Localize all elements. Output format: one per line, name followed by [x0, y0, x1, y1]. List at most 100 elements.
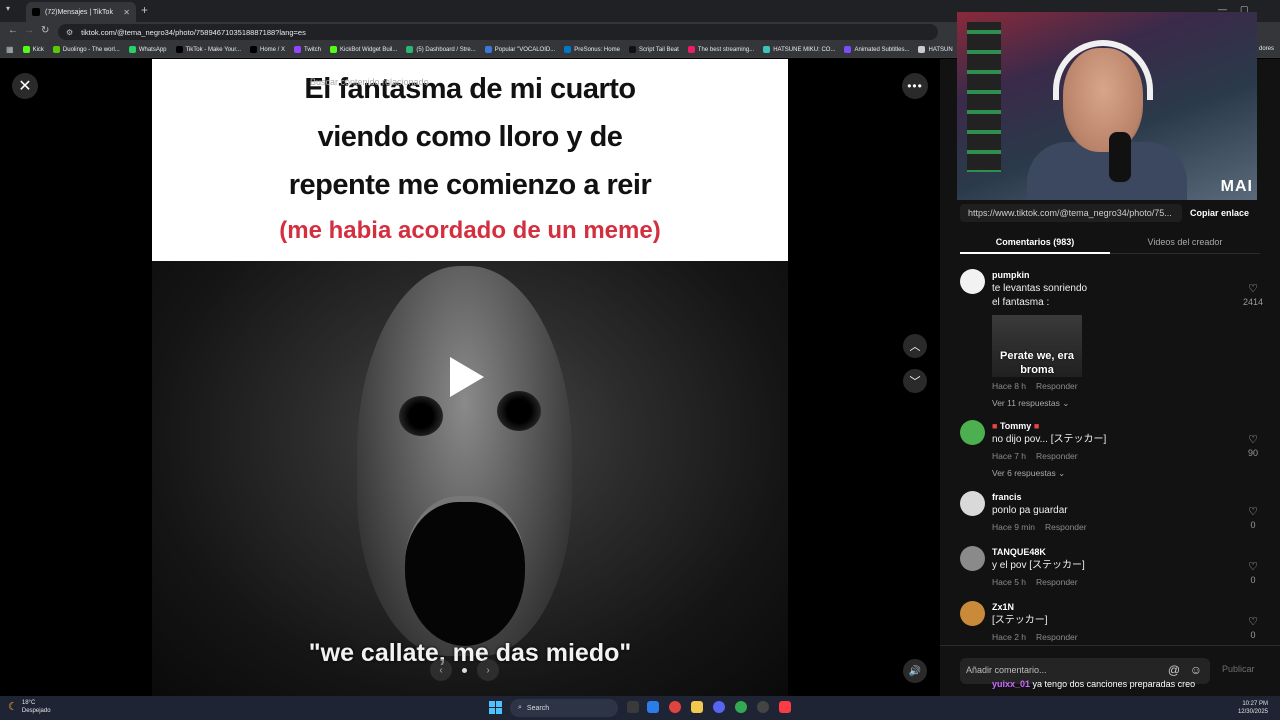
carousel-prev-icon[interactable]: ‹	[430, 659, 452, 681]
avatar[interactable]	[960, 546, 985, 571]
comment-username[interactable]: pumpkin	[992, 269, 1232, 282]
tab-search-icon[interactable]: ▾	[6, 4, 10, 13]
play-icon[interactable]	[450, 357, 484, 397]
comment-placeholder: Añadir comentario...	[966, 665, 1047, 675]
comment-username[interactable]: francis	[992, 491, 1232, 504]
like-count: 0	[1250, 575, 1256, 585]
start-icon[interactable]	[489, 701, 502, 714]
photo-post[interactable]: El fantasma de mi cuarto viendo como llo…	[152, 59, 788, 696]
back-icon[interactable]: ←	[8, 25, 18, 36]
bookmark-item[interactable]: PreSonus: Home	[564, 46, 620, 53]
discord-icon[interactable]	[713, 701, 725, 713]
reply-button[interactable]: Responder	[1036, 632, 1078, 642]
carousel-dot[interactable]	[462, 667, 467, 673]
caption-sub: (me habia acordado de un meme)	[279, 217, 661, 244]
chevron-down-icon[interactable]: ﹀	[903, 369, 927, 393]
right-eye	[497, 391, 541, 431]
address-url: tiktok.com/@tema_negro34/photo/758946710…	[81, 27, 306, 37]
browser-tab[interactable]: (72)Mensajes | TikTok ✕	[26, 2, 136, 22]
opera-icon[interactable]	[669, 701, 681, 713]
share-link-row: https://www.tiktok.com/@tema_negro34/pho…	[960, 203, 1278, 223]
bookmark-favicon-icon	[628, 46, 636, 53]
comment-time: Hace 5 h	[992, 577, 1027, 587]
like-button[interactable]: ♡ 90	[1238, 434, 1268, 458]
bookmark-label: HATSUN	[928, 46, 953, 53]
reload-icon[interactable]: ↻	[41, 25, 49, 36]
bookmark-label: WhatsApp	[138, 46, 167, 53]
avatar[interactable]	[960, 601, 985, 626]
bookmark-item[interactable]: Kick	[22, 46, 44, 53]
comment-text: no dijo pov... [ステッカー]	[992, 434, 1107, 445]
bookmark-item[interactable]: HATSUN	[918, 46, 953, 53]
bookmark-item[interactable]: HATSUNE MIKU: CO...	[763, 46, 835, 53]
new-tab-icon[interactable]: +	[141, 3, 148, 17]
taskbar-search[interactable]: ⌕ Search	[510, 699, 618, 717]
settings-icon[interactable]	[757, 701, 769, 713]
bookmark-item[interactable]: Duolingo - The worl...	[52, 46, 120, 53]
bookmark-item[interactable]: The best streaming...	[687, 46, 755, 53]
more-options-icon[interactable]: •••	[902, 73, 928, 99]
bookmark-item[interactable]: Home / X	[249, 46, 285, 53]
search-related-link[interactable]: Buscar contenido relacionado	[310, 77, 429, 87]
chrome-icon[interactable]	[735, 701, 747, 713]
address-bar[interactable]: ⚙ tiktok.com/@tema_negro34/photo/7589467…	[58, 24, 938, 40]
avatar[interactable]	[960, 491, 985, 516]
bookmark-favicon-icon	[564, 46, 572, 53]
music-icon[interactable]	[779, 701, 791, 713]
like-button[interactable]: ♡ 0	[1238, 561, 1268, 585]
store-icon[interactable]	[647, 701, 659, 713]
reply-button[interactable]: Responder	[1036, 451, 1078, 461]
copy-link-button[interactable]: Copiar enlace	[1190, 208, 1249, 218]
avatar[interactable]	[960, 420, 985, 445]
reply-button[interactable]: Responder	[1036, 381, 1078, 391]
tab-close-icon[interactable]: ✕	[123, 8, 130, 17]
share-link-field[interactable]: https://www.tiktok.com/@tema_negro34/pho…	[960, 204, 1182, 222]
like-button[interactable]: ♡ 2414	[1238, 283, 1268, 307]
tab-creator-videos[interactable]: Videos del creador	[1110, 230, 1260, 247]
publish-button[interactable]: Publicar	[1222, 664, 1255, 674]
view-replies-button[interactable]: Ver 6 respuestas ⌄	[992, 468, 1232, 479]
microphone-icon	[1109, 132, 1131, 182]
bookmark-item[interactable]: Script Tail Beat	[628, 46, 679, 53]
forward-icon[interactable]: →	[24, 25, 34, 36]
site-info-icon[interactable]: ⚙	[66, 28, 73, 37]
emoji-icon[interactable]: ☺	[1190, 663, 1202, 677]
comment-username[interactable]: Zx1N	[992, 601, 1232, 614]
bookmark-label: Duolingo - The worl...	[62, 46, 120, 53]
bookmark-item[interactable]: WhatsApp	[128, 46, 167, 53]
system-clock[interactable]: 10:27 PM 12/30/2025	[1238, 700, 1268, 716]
bookmark-item[interactable]: Animated Subtitles...	[844, 46, 909, 53]
file-explorer-icon[interactable]	[691, 701, 703, 713]
bookmark-label: The best streaming...	[697, 46, 755, 53]
bookmark-item[interactable]: Twitch	[294, 46, 321, 53]
like-count: 0	[1250, 520, 1256, 530]
tab-comments[interactable]: Comentarios (983)	[960, 230, 1110, 254]
like-button[interactable]: ♡ 0	[1238, 616, 1268, 640]
avatar[interactable]	[960, 269, 985, 294]
bookmark-item[interactable]: Popular "VOCALOID...	[484, 46, 555, 53]
reply-button[interactable]: Responder	[1045, 522, 1087, 532]
carousel-next-icon[interactable]: ›	[477, 659, 499, 681]
mention-icon[interactable]: @	[1168, 663, 1180, 677]
chat-username: yuixx_01	[992, 679, 1031, 689]
weather-widget[interactable]: ☾ 18°C Despejado	[8, 699, 51, 715]
bookmark-favicon-icon	[52, 46, 60, 53]
reply-button[interactable]: Responder	[1036, 577, 1078, 587]
creepy-face	[357, 266, 572, 656]
comment-username[interactable]: ■ Tommy ■	[992, 420, 1232, 433]
caption-panel: El fantasma de mi cuarto viendo como llo…	[152, 59, 788, 261]
like-button[interactable]: ♡ 0	[1238, 506, 1268, 530]
bookmark-item[interactable]: TikTok - Make Your...	[175, 46, 241, 53]
volume-icon[interactable]: 🔊	[903, 659, 927, 683]
bookmark-item[interactable]: (5) Dashboard / Stre...	[406, 46, 476, 53]
bookmark-favicon-icon	[175, 46, 183, 53]
bookmarks-overflow-label[interactable]: dores	[1259, 46, 1274, 52]
comment-time: Hace 7 h	[992, 451, 1027, 461]
bookmark-item[interactable]: KickBot Widget Buil...	[330, 46, 397, 53]
apps-icon[interactable]: ▦	[6, 45, 14, 54]
task-view-icon[interactable]	[627, 701, 639, 713]
close-icon[interactable]: ✕	[12, 73, 38, 99]
view-replies-button[interactable]: Ver 11 respuestas ⌄	[992, 398, 1232, 409]
comment-username[interactable]: TANQUE48K	[992, 546, 1232, 559]
chevron-up-icon[interactable]: ︿	[903, 334, 927, 358]
